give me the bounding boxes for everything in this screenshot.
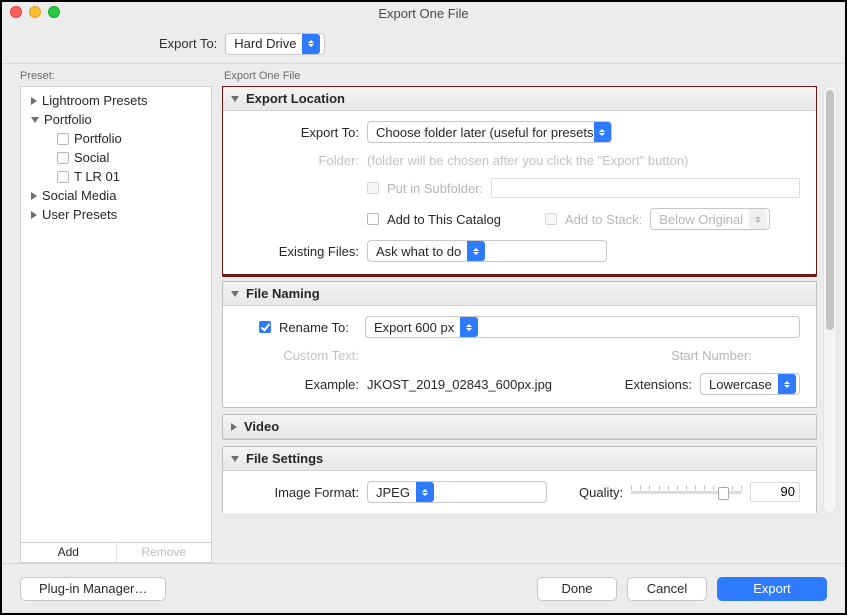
preset-group[interactable]: Lightroom Presets [21,91,211,110]
window-title: Export One File [378,6,468,21]
example-label: Example: [239,377,359,392]
disclosure-icon [31,192,37,200]
checkbox[interactable] [57,171,69,183]
vertical-scrollbar[interactable] [823,86,837,513]
rename-to-checkbox[interactable] [259,321,271,333]
custom-text-label: Custom Text: [239,348,359,363]
chevron-updown-icon [467,241,485,261]
extensions-label: Extensions: [625,377,692,392]
chevron-updown-icon [594,122,611,142]
dialog-footer: Plug-in Manager… Done Cancel Export [2,563,845,613]
folder-label: Folder: [239,153,359,168]
disclosure-icon [231,291,239,297]
el-export-to-label: Export To: [239,125,359,140]
panel-header[interactable]: File Settings [223,447,816,471]
add-to-catalog-checkbox[interactable] [367,213,379,225]
export-to-select[interactable]: Hard Drive [225,33,325,55]
preset-group[interactable]: User Presets [21,205,211,224]
chevron-updown-icon [778,374,796,394]
disclosure-icon [31,117,39,123]
image-format-select[interactable]: JPEG [367,481,547,503]
panel-header[interactable]: File Naming [223,282,816,306]
disclosure-icon [31,211,37,219]
chevron-updown-icon [302,34,320,54]
folder-hint: (folder will be chosen after you click t… [367,153,688,168]
subfolder-checkbox [367,182,379,194]
preset-item[interactable]: T LR 01 [21,167,211,186]
add-preset-button[interactable]: Add [21,543,116,562]
preset-column: Preset: Lightroom Presets Portfolio Port… [2,64,212,563]
preset-label: Preset: [20,70,212,82]
subfolder-label: Put in Subfolder: [387,181,483,196]
remove-preset-button: Remove [117,543,212,562]
add-to-stack-label: Add to Stack: [565,212,642,227]
file-naming-panel: File Naming Rename To: Export 600 px [222,281,817,408]
image-format-label: Image Format: [239,485,359,500]
chevron-updown-icon [416,482,434,502]
export-dialog: Export One File Export To: Hard Drive Pr… [0,0,847,615]
preset-buttons: Add Remove [20,543,212,563]
export-to-label: Export To: [159,36,217,51]
file-settings-panel: File Settings Image Format: JPEG Qualit [222,446,817,513]
start-number-label: Start Number: [671,348,752,363]
panel-header[interactable]: Video [223,415,816,439]
chevron-updown-icon [460,317,478,337]
rename-to-label: Rename To: [279,320,357,335]
export-button[interactable]: Export [717,577,827,601]
el-export-to-select[interactable]: Choose folder later (useful for presets) [367,121,612,143]
preset-item[interactable]: Social [21,148,211,167]
window-controls [10,6,60,18]
existing-files-select[interactable]: Ask what to do [367,240,607,262]
minimize-icon[interactable] [29,6,41,18]
existing-files-label: Existing Files: [239,244,359,259]
titlebar: Export One File [2,2,845,24]
rename-to-select[interactable]: Export 600 px [365,316,800,338]
quality-input[interactable]: 90 [750,482,800,502]
panel-header[interactable]: Export Location [223,87,816,111]
checkbox[interactable] [57,152,69,164]
cancel-button[interactable]: Cancel [627,577,707,601]
add-to-catalog-label: Add to This Catalog [387,212,501,227]
preset-list[interactable]: Lightroom Presets Portfolio Portfolio So… [20,86,212,543]
add-to-stack-checkbox [545,213,557,225]
plugin-manager-button[interactable]: Plug-in Manager… [20,577,166,601]
done-button[interactable]: Done [537,577,617,601]
top-bar: Export To: Hard Drive [2,24,845,64]
preset-group[interactable]: Portfolio [21,110,211,129]
chevron-updown-icon [749,209,767,229]
zoom-icon[interactable] [48,6,60,18]
quality-label: Quality: [579,485,623,500]
preset-item[interactable]: Portfolio [21,129,211,148]
extensions-select[interactable]: Lowercase [700,373,800,395]
checkbox[interactable] [57,133,69,145]
disclosure-icon [231,423,237,431]
close-icon[interactable] [10,6,22,18]
subfolder-input [491,178,800,198]
video-panel: Video [222,414,817,440]
stack-position-select: Below Original [650,208,770,230]
export-location-panel: Export Location Export To: Choose folder… [222,86,817,275]
disclosure-icon [231,96,239,102]
settings-column: Export One File Export Location Export T… [212,64,845,563]
example-value: JKOST_2019_02843_600px.jpg [367,377,552,392]
disclosure-icon [231,456,239,462]
preset-group[interactable]: Social Media [21,186,211,205]
quality-slider[interactable] [631,484,742,500]
scrollbar-thumb[interactable] [826,90,834,330]
disclosure-icon [31,97,37,105]
right-heading: Export One File [222,70,837,82]
